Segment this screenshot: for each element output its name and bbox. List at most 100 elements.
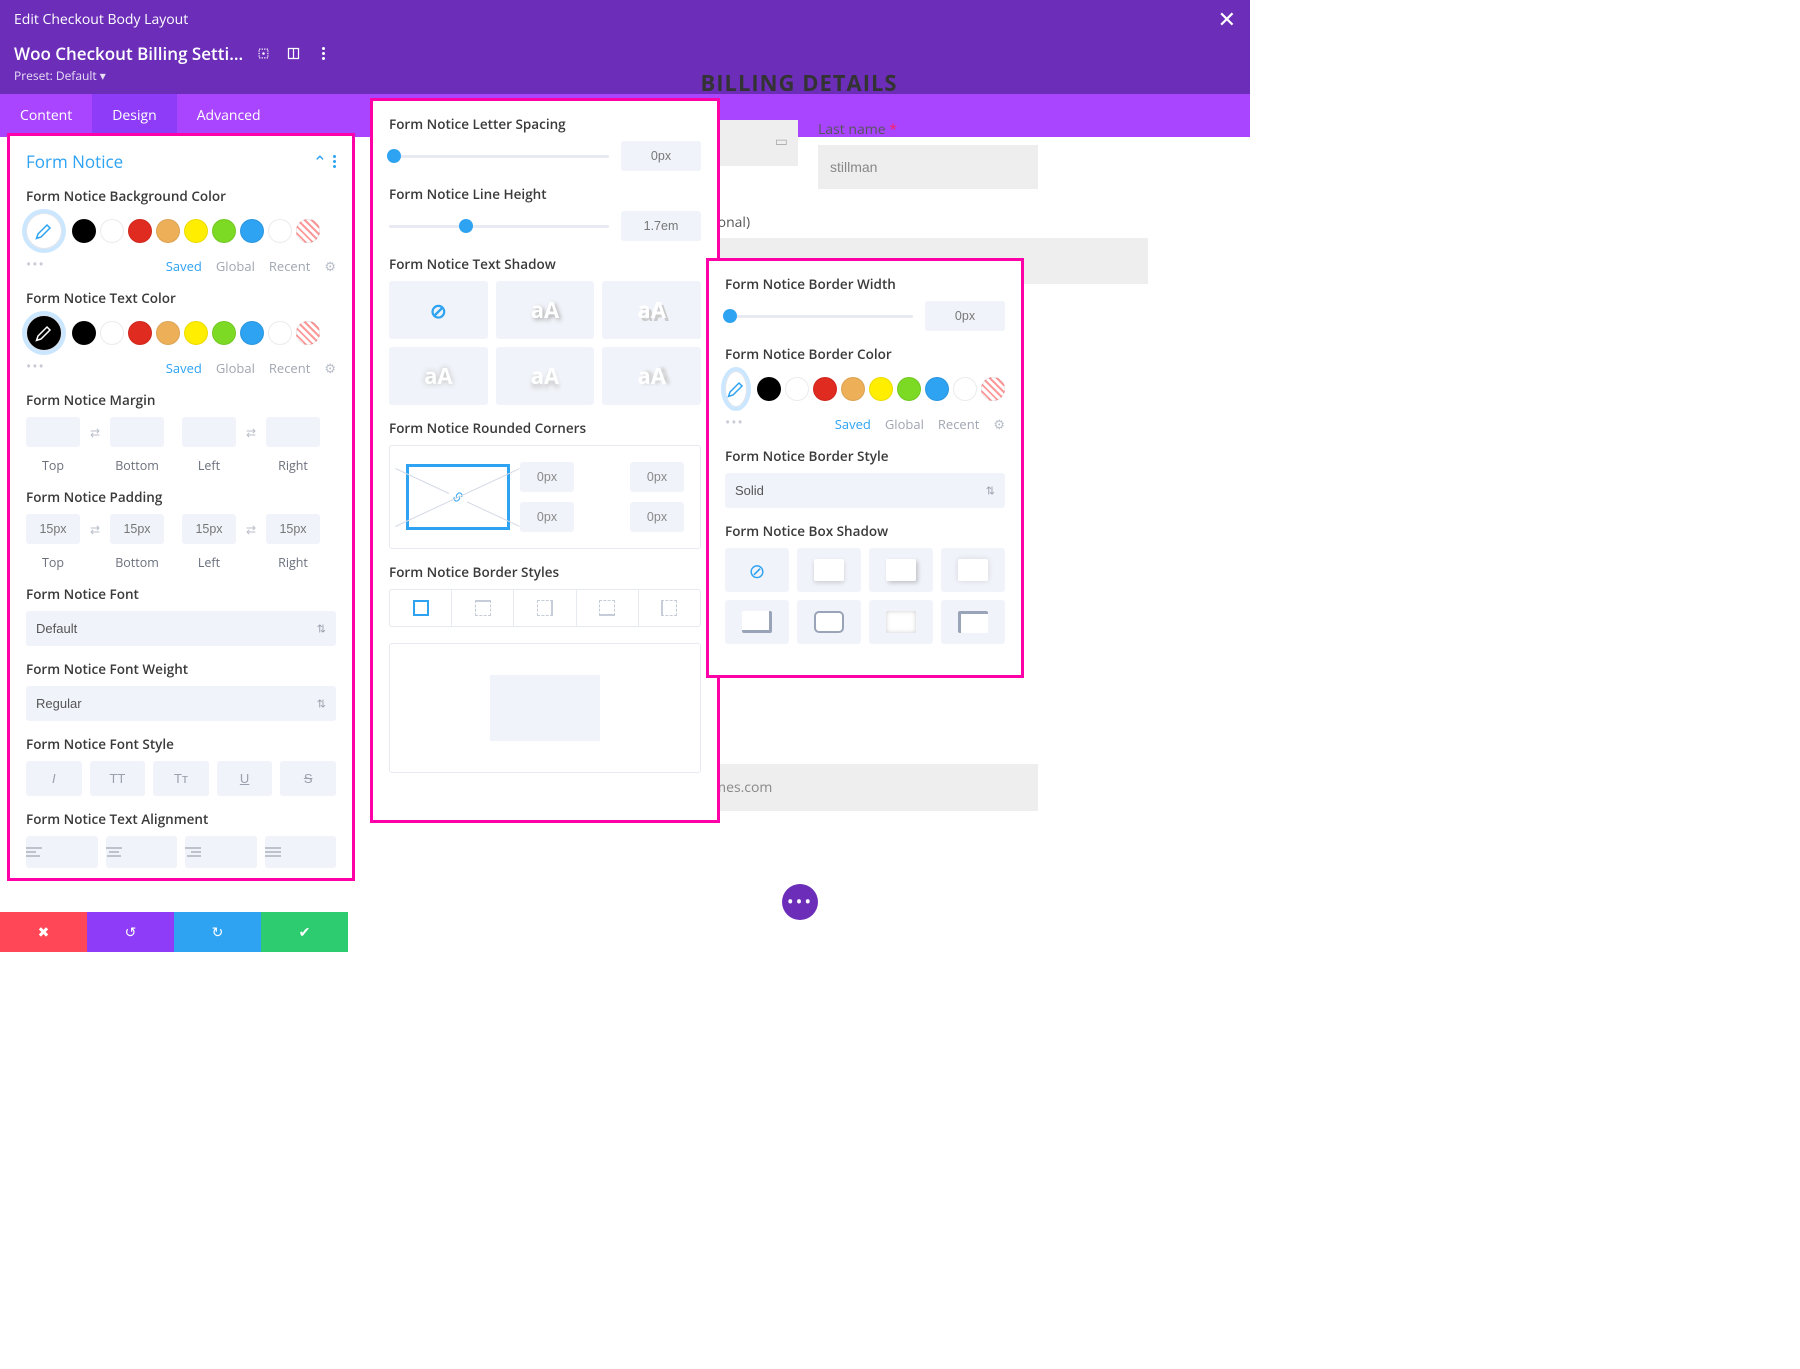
align-left[interactable] (26, 836, 98, 868)
swatch[interactable] (268, 321, 292, 345)
colortab-global[interactable]: Global (885, 415, 924, 433)
style-smallcaps[interactable]: Tᴛ (153, 761, 209, 796)
swatch[interactable] (156, 219, 180, 243)
colortab-global[interactable]: Global (216, 359, 255, 377)
corner-br[interactable] (630, 502, 684, 532)
boxshadow-opt[interactable] (869, 600, 933, 644)
swatch[interactable] (813, 377, 837, 401)
txtcolor-picker[interactable] (26, 315, 62, 351)
corner-bl[interactable] (520, 502, 574, 532)
gear-icon[interactable]: ⚙ (993, 415, 1005, 433)
link-icon[interactable]: ⇄ (84, 521, 106, 538)
swatch-none[interactable] (981, 377, 1005, 401)
boxshadow-opt[interactable] (797, 548, 861, 592)
border-top[interactable] (452, 590, 514, 626)
swatch[interactable] (128, 321, 152, 345)
last-name-input[interactable] (818, 145, 1038, 189)
colortab-recent[interactable]: Recent (269, 359, 310, 377)
swatch[interactable] (212, 321, 236, 345)
margin-top[interactable] (26, 417, 80, 447)
shadow-opt[interactable]: aA (389, 347, 488, 405)
font-select[interactable]: Default (26, 611, 336, 646)
colortab-saved[interactable]: Saved (166, 257, 202, 275)
close-icon[interactable]: ✕ (1218, 4, 1236, 34)
swatch[interactable] (240, 219, 264, 243)
align-center[interactable] (106, 836, 178, 868)
boxshadow-opt[interactable] (797, 600, 861, 644)
columns-icon[interactable] (283, 44, 303, 64)
letter-slider[interactable] (389, 155, 609, 158)
margin-bottom[interactable] (110, 417, 164, 447)
kebab-icon[interactable] (313, 44, 333, 64)
shadow-none[interactable]: ⊘ (389, 281, 488, 339)
save-button[interactable]: ✔ (261, 912, 348, 952)
shadow-opt[interactable]: aA (602, 347, 701, 405)
colortab-saved[interactable]: Saved (166, 359, 202, 377)
colortab-global[interactable]: Global (216, 257, 255, 275)
more-dots[interactable]: ••• (26, 357, 45, 376)
boxshadow-opt[interactable] (725, 600, 789, 644)
bcolor-picker[interactable] (725, 371, 747, 407)
shadow-opt[interactable]: aA (602, 281, 701, 339)
undo-button[interactable]: ↺ (87, 912, 174, 952)
gear-icon[interactable]: ⚙ (324, 257, 336, 275)
margin-right[interactable] (266, 417, 320, 447)
link-icon[interactable]: ⇄ (84, 424, 106, 441)
colortab-recent[interactable]: Recent (938, 415, 979, 433)
colortab-recent[interactable]: Recent (269, 257, 310, 275)
corner-link[interactable] (406, 464, 510, 530)
chevron-up-icon[interactable]: ⌃ (313, 150, 327, 173)
colortab-saved[interactable]: Saved (835, 415, 871, 433)
border-right[interactable] (514, 590, 576, 626)
lineh-slider[interactable] (389, 225, 609, 228)
boxshadow-opt[interactable] (869, 548, 933, 592)
bstyle-select[interactable]: Solid (725, 473, 1005, 508)
swatch[interactable] (785, 377, 809, 401)
corner-tr[interactable] (630, 462, 684, 492)
swatch-none[interactable] (296, 219, 320, 243)
weight-select[interactable]: Regular (26, 686, 336, 721)
style-strike[interactable]: S (280, 761, 336, 796)
boxshadow-none[interactable]: ⊘ (725, 548, 789, 592)
margin-left[interactable] (182, 417, 236, 447)
swatch[interactable] (869, 377, 893, 401)
section-title[interactable]: Form Notice (26, 150, 123, 173)
swatch[interactable] (72, 219, 96, 243)
align-justify[interactable] (265, 836, 337, 868)
swatch[interactable] (953, 377, 977, 401)
tab-design[interactable]: Design (92, 94, 176, 137)
swatch[interactable] (212, 219, 236, 243)
expand-icon[interactable] (253, 44, 273, 64)
corner-tl[interactable] (520, 462, 574, 492)
swatch[interactable] (156, 321, 180, 345)
swatch[interactable] (925, 377, 949, 401)
border-all[interactable] (390, 590, 452, 626)
swatch[interactable] (100, 219, 124, 243)
letter-input[interactable] (621, 141, 701, 171)
tab-content[interactable]: Content (0, 94, 92, 137)
bwidth-slider[interactable] (725, 315, 913, 318)
style-uppercase[interactable]: TT (90, 761, 146, 796)
swatch-none[interactable] (296, 321, 320, 345)
swatch[interactable] (268, 219, 292, 243)
swatch[interactable] (897, 377, 921, 401)
padding-right[interactable] (266, 514, 320, 544)
tab-advanced[interactable]: Advanced (177, 94, 281, 137)
swatch[interactable] (128, 219, 152, 243)
more-dots[interactable]: ••• (725, 413, 744, 432)
link-icon[interactable]: ⇄ (240, 521, 262, 538)
style-italic[interactable]: I (26, 761, 82, 796)
bwidth-input[interactable] (925, 301, 1005, 331)
swatch[interactable] (100, 321, 124, 345)
redo-button[interactable]: ↻ (174, 912, 261, 952)
more-dots[interactable]: ••• (26, 255, 45, 274)
swatch[interactable] (184, 219, 208, 243)
swatch[interactable] (240, 321, 264, 345)
lineh-input[interactable] (621, 211, 701, 241)
boxshadow-opt[interactable] (941, 600, 1005, 644)
align-right[interactable] (185, 836, 257, 868)
swatch[interactable] (841, 377, 865, 401)
swatch[interactable] (184, 321, 208, 345)
boxshadow-opt[interactable] (941, 548, 1005, 592)
bgcolor-picker[interactable] (26, 213, 62, 249)
